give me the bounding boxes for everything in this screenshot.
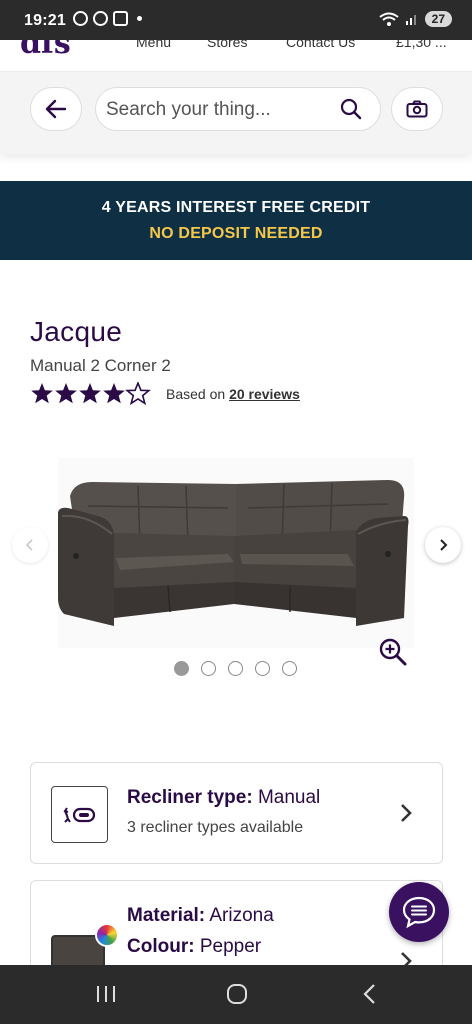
promo-line-1: 4 YEARS INTEREST FREE CREDIT	[101, 199, 371, 216]
gallery-prev-button[interactable]	[12, 527, 48, 563]
product-image[interactable]	[58, 458, 414, 648]
visual-search-button[interactable]	[391, 87, 443, 131]
chat-icon	[402, 896, 436, 929]
whatsapp-icon	[93, 11, 108, 26]
gallery-dot[interactable]	[174, 661, 189, 676]
zoom-in-icon	[379, 638, 407, 666]
colour-value: Pepper	[199, 936, 262, 957]
promo-banner[interactable]: 4 YEARS INTEREST FREE CREDIT NO DEPOSIT …	[0, 181, 472, 260]
material-value: Arizona	[209, 905, 274, 926]
recliner-value: Manual	[257, 787, 321, 808]
reviews-link[interactable]: 20 reviews	[229, 386, 300, 402]
site-header: dfs Menu Stores Contact Us £1,30 ...	[0, 40, 472, 72]
gallery-dot[interactable]	[228, 661, 243, 676]
chevron-left-icon	[25, 539, 33, 551]
search-icon	[340, 98, 362, 120]
arrow-left-icon	[45, 99, 67, 119]
search-bar-row	[0, 72, 472, 154]
notification-icons	[73, 11, 142, 26]
recliner-availability: 3 recliner types available	[127, 819, 304, 836]
nav-menu[interactable]: Menu	[136, 40, 171, 50]
system-navigation-bar	[0, 965, 472, 1024]
product-variant: Manual 2 Corner 2	[30, 356, 171, 375]
product-gallery	[0, 440, 472, 666]
zoom-button[interactable]	[378, 637, 408, 672]
status-time: 19:21	[24, 12, 66, 29]
search-input[interactable]	[106, 96, 336, 124]
search-button[interactable]	[340, 98, 362, 125]
status-bar: 19:21 27	[0, 0, 472, 40]
recliner-control-icon	[62, 806, 95, 823]
colour-type: Colour: Pepper	[127, 936, 261, 958]
nav-basket[interactable]: £1,30 ...	[396, 40, 447, 50]
gallery-next-button[interactable]	[425, 527, 461, 563]
gallery-dot[interactable]	[255, 661, 270, 676]
recliner-option-card[interactable]: Recliner type: Manual 3 recliner types a…	[30, 762, 443, 864]
reviews-prefix: Based on	[166, 386, 226, 402]
rating-stars	[30, 382, 154, 406]
product-rating: Based on 20 reviews	[30, 382, 300, 406]
gallery-pagination	[174, 661, 297, 676]
site-logo[interactable]: dfs	[20, 40, 71, 61]
reviews-summary: Based on 20 reviews	[166, 386, 300, 402]
material-type: Material: Arizona	[127, 905, 274, 927]
gallery-dot[interactable]	[282, 661, 297, 676]
recliner-type: Recliner type: Manual	[127, 787, 320, 809]
back-button[interactable]	[30, 87, 82, 131]
nav-stores[interactable]: Stores	[207, 40, 247, 50]
star-rating-icon	[31, 382, 150, 405]
product-title: Jacque	[30, 316, 123, 347]
recent-apps-icon[interactable]	[95, 983, 117, 1005]
signal-icon	[405, 15, 416, 25]
chat-button[interactable]	[389, 882, 449, 942]
promo-line-2: NO DEPOSIT NEEDED	[149, 225, 323, 242]
recliner-label: Recliner type:	[127, 787, 253, 808]
nav-contact[interactable]: Contact Us	[286, 40, 355, 50]
messenger-icon	[73, 11, 88, 26]
search-field[interactable]	[95, 87, 381, 131]
chevron-right-icon	[440, 539, 448, 551]
more-notifications-icon	[137, 16, 142, 21]
colour-wheel-icon	[95, 923, 119, 947]
recliner-thumb	[51, 786, 108, 843]
home-icon[interactable]	[226, 983, 248, 1005]
back-nav-icon[interactable]	[362, 983, 378, 1005]
chevron-right-icon	[401, 804, 412, 822]
battery-indicator: 27	[424, 11, 452, 27]
gallery-dot[interactable]	[201, 661, 216, 676]
screenshot-icon	[113, 11, 128, 26]
colour-label: Colour:	[127, 936, 195, 957]
camera-icon	[406, 100, 428, 118]
material-label: Material:	[127, 905, 206, 926]
wifi-icon	[379, 12, 399, 26]
